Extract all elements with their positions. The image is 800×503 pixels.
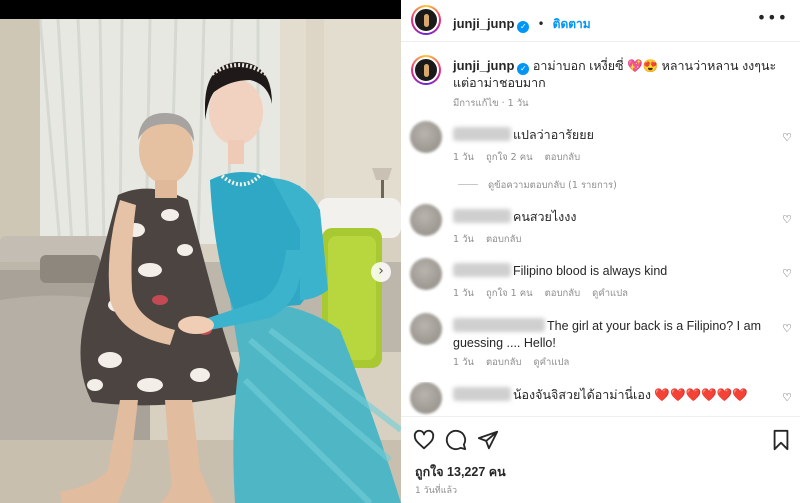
reply-button[interactable]: ตอบกลับ — [545, 152, 581, 163]
comment-like-heart-icon[interactable]: ♡ — [782, 322, 792, 335]
caption-meta: มีการแก้ไข · 1 วัน — [453, 98, 529, 109]
comment-time: 1 วัน — [453, 288, 474, 299]
caption-username[interactable]: junji_junp — [453, 58, 514, 73]
caption-author-avatar[interactable] — [411, 55, 441, 85]
comment-text: แปลว่าอารัยยย — [513, 128, 594, 142]
comment-likes[interactable]: ถูกใจ 1 คน — [486, 288, 533, 299]
commenter-avatar[interactable] — [410, 258, 442, 290]
comment-meta: 1 วัน ถูกใจ 2 คน ตอบกลับ — [453, 150, 589, 165]
share-icon[interactable] — [477, 429, 499, 451]
commenter-avatar[interactable] — [410, 382, 442, 414]
author-username[interactable]: junji_junp — [453, 16, 514, 31]
post-header: junji_junp ✓ • ติดตาม ••• — [401, 0, 800, 42]
follow-button[interactable]: ติดตาม — [553, 17, 591, 31]
comment-time: 1 วัน — [453, 357, 474, 368]
replies-divider — [458, 184, 478, 185]
comment-meta: 1 วัน ถูกใจ 1 คน ตอบกลับ ดูคำแปล — [453, 286, 637, 301]
view-replies-button[interactable]: ดูข้อความตอบกลับ (1 รายการ) — [458, 178, 617, 193]
comment-text: คนสวยไงงง — [513, 210, 577, 224]
comment-meta: 1 วัน ตอบกลับ — [453, 232, 530, 247]
reply-button[interactable]: ตอบกลับ — [486, 357, 522, 368]
author-avatar[interactable] — [411, 5, 441, 35]
comment-time: 1 วัน — [453, 234, 474, 245]
author-row: junji_junp ✓ • ติดตาม — [453, 13, 591, 34]
comment-body: แปลว่าอารัยยย — [453, 127, 773, 144]
heart-icon[interactable] — [413, 429, 435, 451]
comment-text: Filipino blood is always kind — [513, 264, 668, 278]
bookmark-icon[interactable] — [770, 429, 792, 451]
see-translation-button[interactable]: ดูคำแปล — [533, 357, 569, 368]
chevron-right-icon: › — [378, 263, 384, 279]
commenter-username-blurred[interactable] — [453, 318, 545, 332]
post-detail-panel: junji_junp ✓ • ติดตาม ••• junji_junp ✓ อาม… — [401, 0, 800, 503]
commenter-avatar[interactable] — [410, 313, 442, 345]
comment-meta: 1 วัน ตอบกลับ ดูคำแปล — [453, 355, 578, 370]
comment-text: น้องจันจิสวยได้อาม่านี่เอง ❤️❤️❤️❤️❤️❤️ — [513, 388, 748, 402]
post-footer: ถูกใจ 13,227 คน 1 วันที่แล้ว — [401, 416, 800, 503]
verified-badge-icon: ✓ — [517, 63, 530, 75]
comment-icon[interactable] — [445, 429, 467, 451]
verified-badge-icon: ✓ — [517, 21, 530, 33]
comment-item: น้องจันจิสวยได้อาม่านี่เอง ❤️❤️❤️❤️❤️❤️ … — [401, 382, 800, 416]
commenter-username-blurred[interactable] — [453, 387, 511, 401]
post-time-ago: 1 วันที่แล้ว — [415, 486, 458, 496]
commenter-username-blurred[interactable] — [453, 263, 511, 277]
photo-top-bar — [0, 0, 401, 19]
see-translation-button[interactable]: ดูคำแปล — [592, 288, 628, 299]
comment-like-heart-icon[interactable]: ♡ — [782, 131, 792, 144]
caption-text-block: junji_junp ✓ อาม่าบอก เหงี่ยซี่ 💖😍 หลานว่… — [453, 57, 783, 92]
commenter-avatar[interactable] — [410, 121, 442, 153]
more-options-icon[interactable]: ••• — [757, 8, 788, 27]
view-replies-label: ดูข้อความตอบกลับ (1 รายการ) — [488, 180, 617, 191]
comment-body: น้องจันจิสวยได้อาม่านี่เอง ❤️❤️❤️❤️❤️❤️ — [453, 387, 773, 404]
commenter-username-blurred[interactable] — [453, 127, 511, 141]
comment-time: 1 วัน — [453, 152, 474, 163]
commenter-username-blurred[interactable] — [453, 209, 511, 223]
comment-body: คนสวยไงงง — [453, 209, 773, 226]
separator-dot: • — [537, 17, 545, 31]
photo-illustration — [0, 0, 401, 503]
post-photo[interactable]: › — [0, 0, 401, 503]
comment-likes[interactable]: ถูกใจ 2 คน — [486, 152, 533, 163]
comment-like-heart-icon[interactable]: ♡ — [782, 391, 792, 404]
comment-like-heart-icon[interactable]: ♡ — [782, 213, 792, 226]
comment-body: Filipino blood is always kind — [453, 263, 773, 280]
reply-button[interactable]: ตอบกลับ — [545, 288, 581, 299]
next-photo-button[interactable]: › — [371, 262, 391, 282]
comment-body: The girl at your back is a Filipino? I a… — [453, 318, 773, 352]
reply-button[interactable]: ตอบกลับ — [486, 234, 522, 245]
commenter-avatar[interactable] — [410, 204, 442, 236]
comment-like-heart-icon[interactable]: ♡ — [782, 267, 792, 280]
likes-count[interactable]: ถูกใจ 13,227 คน — [415, 462, 506, 482]
